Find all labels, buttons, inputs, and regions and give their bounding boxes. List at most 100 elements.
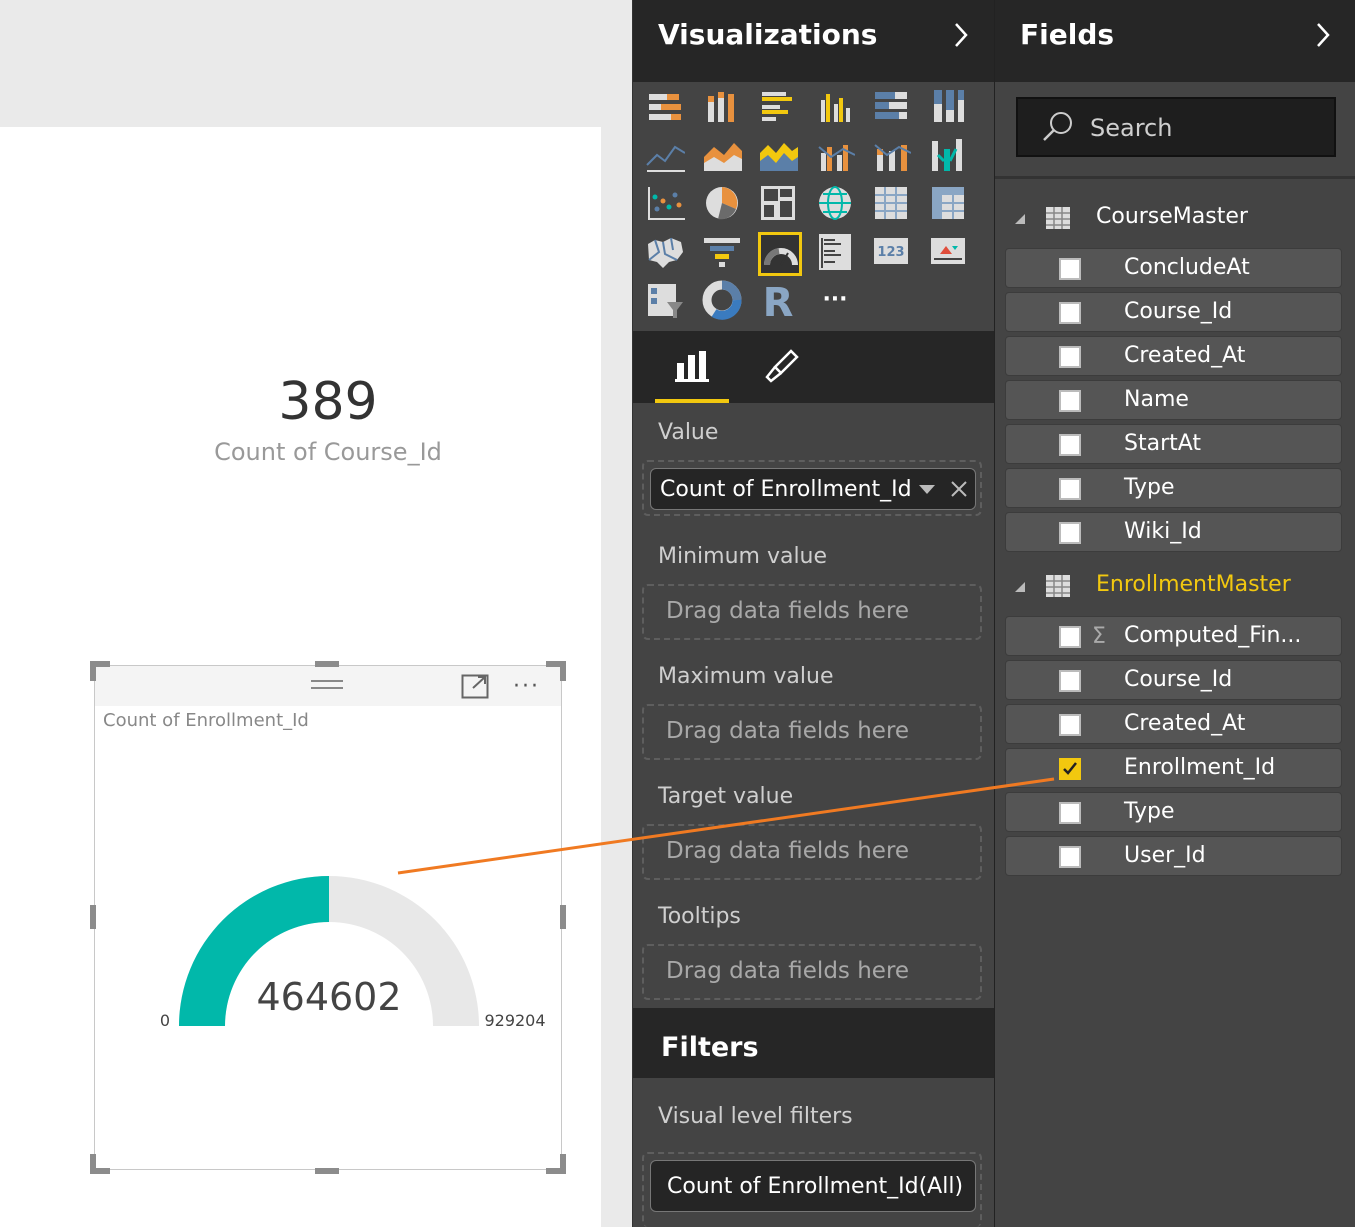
field-row[interactable]: Name	[1005, 380, 1342, 420]
checkbox[interactable]	[1059, 478, 1081, 500]
stacked-area-icon[interactable]	[758, 135, 802, 179]
scatter-chart-icon[interactable]	[645, 183, 689, 227]
value-field-pill[interactable]: Count of Enrollment_Id	[650, 468, 976, 510]
well-minimum[interactable]: Drag data fields here	[642, 584, 982, 640]
resize-handle-left[interactable]	[90, 905, 96, 929]
100-stacked-bar-icon[interactable]	[871, 86, 915, 130]
field-row[interactable]: Enrollment_Id	[1005, 748, 1342, 788]
svg-text:R: R	[763, 280, 794, 320]
checkbox[interactable]	[1059, 670, 1081, 692]
drag-hint: Drag data fields here	[666, 958, 910, 984]
checkbox[interactable]	[1059, 346, 1081, 368]
field-row[interactable]: User_Id	[1005, 836, 1342, 876]
filter-pill[interactable]: Count of Enrollment_Id(All)	[650, 1160, 976, 1212]
field-name: Created_At	[1124, 343, 1246, 368]
dropdown-icon[interactable]	[919, 485, 935, 495]
gauge-min-label: 0	[160, 1011, 170, 1030]
checkbox[interactable]	[1059, 522, 1081, 544]
filters-title: Filters	[661, 1032, 759, 1063]
svg-text:123: 123	[877, 245, 904, 260]
checkbox[interactable]	[1059, 302, 1081, 324]
more-visuals-icon[interactable]: ···	[815, 280, 859, 324]
visual-level-filters-well[interactable]: Count of Enrollment_Id(All)	[642, 1152, 982, 1227]
line-stacked-column-icon[interactable]	[871, 135, 915, 179]
checkbox[interactable]	[1059, 802, 1081, 824]
field-row[interactable]: Course_Id	[1005, 292, 1342, 332]
field-name: Course_Id	[1124, 667, 1233, 692]
tab-format[interactable]	[751, 331, 811, 403]
gauge-visual[interactable]: ··· Count of Enrollment_Id 464602 0 9292…	[94, 665, 562, 1170]
drag-hint: Drag data fields here	[666, 718, 910, 744]
table-header[interactable]: EnrollmentMaster	[995, 566, 1355, 606]
resize-handle-top[interactable]	[315, 661, 339, 667]
clustered-bar-icon[interactable]	[758, 86, 802, 130]
checkbox[interactable]	[1059, 258, 1081, 280]
resize-handle-br-v[interactable]	[560, 1154, 566, 1174]
r-script-icon[interactable]: R	[758, 280, 802, 324]
resize-handle-bottom[interactable]	[315, 1168, 339, 1174]
field-row[interactable]: Σ Computed_Fin...	[1005, 616, 1342, 656]
field-name: User_Id	[1124, 843, 1206, 868]
checkbox[interactable]	[1059, 714, 1081, 736]
table-icon	[1046, 575, 1070, 597]
line-clustered-column-icon[interactable]	[815, 135, 859, 179]
slicer-icon[interactable]	[645, 280, 689, 324]
field-row[interactable]: Created_At	[1005, 336, 1342, 376]
field-row[interactable]: Wiki_Id	[1005, 512, 1342, 552]
checkbox[interactable]	[1059, 846, 1081, 868]
report-canvas: 389 Count of Course_Id ··· Count of Enro…	[0, 0, 632, 1227]
100-stacked-column-icon[interactable]	[928, 86, 972, 130]
chevron-right-icon[interactable]	[951, 20, 971, 50]
resize-handle-bl-v[interactable]	[90, 1154, 96, 1174]
matrix-icon[interactable]	[928, 183, 972, 227]
gauge-icon[interactable]	[758, 231, 802, 276]
well-maximum[interactable]: Drag data fields here	[642, 704, 982, 760]
pie-chart-icon[interactable]	[702, 183, 746, 227]
collapse-triangle-icon[interactable]	[1015, 214, 1025, 224]
stacked-bar-icon[interactable]	[645, 86, 689, 130]
table-icon[interactable]	[871, 183, 915, 227]
resize-handle-right[interactable]	[560, 905, 566, 929]
divider	[995, 176, 1355, 179]
field-row[interactable]: Created_At	[1005, 704, 1342, 744]
card-icon[interactable]: 123	[871, 232, 915, 276]
treemap-icon[interactable]	[758, 183, 802, 227]
table-header[interactable]: CourseMaster	[995, 198, 1355, 238]
fields-header: Fields	[995, 0, 1355, 82]
field-row[interactable]: Type	[1005, 792, 1342, 832]
field-row[interactable]: Type	[1005, 468, 1342, 508]
card-label: Count of Course_Id	[214, 438, 442, 466]
well-tooltips[interactable]: Drag data fields here	[642, 944, 982, 1000]
field-row[interactable]: ConcludeAt	[1005, 248, 1342, 288]
checkbox[interactable]	[1059, 434, 1081, 456]
remove-icon[interactable]	[949, 479, 969, 499]
checkbox[interactable]	[1059, 626, 1081, 648]
tab-fields[interactable]	[655, 331, 729, 403]
field-row[interactable]: Course_Id	[1005, 660, 1342, 700]
ribbon-chart-icon[interactable]	[928, 135, 972, 179]
stacked-column-icon[interactable]	[702, 86, 746, 130]
chevron-right-icon[interactable]	[1313, 20, 1333, 50]
checkbox-checked[interactable]	[1059, 758, 1081, 780]
field-name: Enrollment_Id	[1124, 755, 1276, 780]
globe-map-icon[interactable]	[815, 183, 859, 227]
line-chart-icon[interactable]	[645, 135, 689, 179]
collapse-triangle-icon[interactable]	[1015, 582, 1025, 592]
area-chart-icon[interactable]	[702, 135, 746, 179]
field-row[interactable]: StartAt	[1005, 424, 1342, 464]
well-target[interactable]: Drag data fields here	[642, 824, 982, 880]
donut-chart-icon[interactable]	[702, 280, 746, 324]
well-value[interactable]: Count of Enrollment_Id	[642, 460, 982, 516]
resize-handle-tr-v[interactable]	[560, 661, 566, 681]
svg-text:···: ···	[822, 287, 847, 312]
multi-row-card-icon[interactable]	[815, 232, 859, 276]
checkmark-icon	[1063, 762, 1077, 775]
search-input[interactable]: Search	[1016, 97, 1336, 157]
resize-handle-tl-v[interactable]	[90, 661, 96, 681]
field-name: Computed_Fin...	[1124, 623, 1302, 648]
clustered-column-icon[interactable]	[815, 86, 859, 130]
checkbox[interactable]	[1059, 390, 1081, 412]
filled-map-icon[interactable]	[645, 232, 689, 276]
kpi-icon[interactable]	[928, 232, 972, 276]
funnel-icon[interactable]	[702, 232, 746, 276]
